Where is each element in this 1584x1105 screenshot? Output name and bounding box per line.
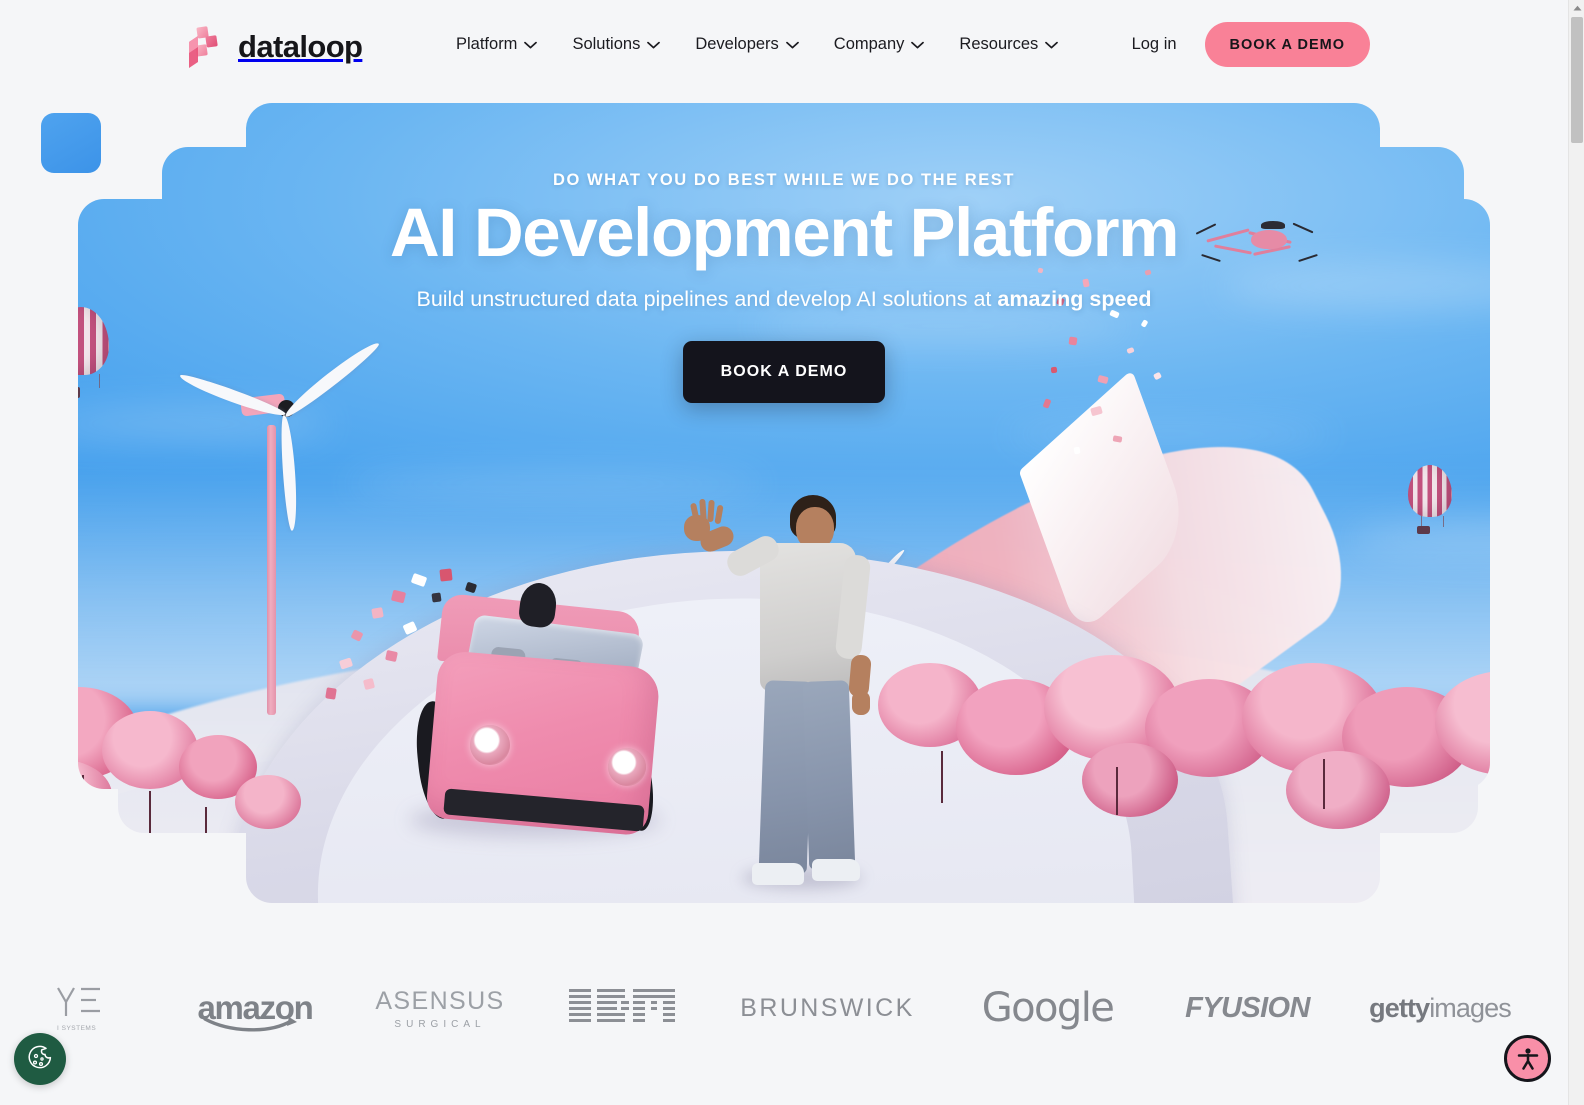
tree-trunk [148, 791, 151, 833]
chevron-down-icon [911, 41, 925, 48]
cloud-wisp [1223, 263, 1568, 309]
chevron-up-icon [1573, 5, 1581, 10]
header-book-a-demo-button[interactable]: BOOK A DEMO [1204, 22, 1370, 67]
brunswick-wordmark: BRUNSWICK [740, 993, 915, 1022]
getty-bold-part: getty [1369, 992, 1430, 1023]
header-actions: Log in BOOK A DEMO [1126, 22, 1370, 67]
nav-item-developers[interactable]: Developers [694, 32, 799, 57]
ye-systems-icon: I SYSTEMS [57, 987, 100, 1032]
dataloop-blocks-logo-icon [189, 26, 218, 68]
car-dissolve-pixel [431, 592, 442, 603]
tree-trunk [1323, 759, 1326, 809]
logo-amazon: amazon [160, 944, 350, 1072]
hero-cta-wrap: BOOK A DEMO [0, 340, 1568, 403]
page-viewport: dataloop Platform Solutions Developers C… [0, 0, 1568, 1105]
person-leg-right [802, 680, 856, 870]
drone-body [1251, 230, 1288, 250]
balloon-basket [1417, 526, 1431, 535]
getty-wordmark: gettyimages [1369, 992, 1512, 1024]
accessibility-person-icon [1517, 1047, 1538, 1070]
car-headlight-right [608, 748, 646, 786]
hero-book-a-demo-button[interactable]: BOOK A DEMO [682, 340, 886, 403]
drone-top-cover [1260, 221, 1285, 230]
car-headlight-left [470, 725, 510, 765]
getty-light-part: images [1429, 992, 1512, 1023]
bush [1, 759, 112, 831]
asensus-subtitle: SURGICAL [394, 1018, 486, 1030]
logo-asensus-surgical: ASENSUS SURGICAL [350, 944, 530, 1072]
main-nav: Platform Solutions Developers Company Re… [455, 32, 1059, 57]
chevron-down-icon [524, 41, 538, 48]
google-wordmark: Google [981, 985, 1115, 1031]
tree-trunk [81, 775, 84, 823]
nav-label: Resources [959, 35, 1039, 53]
dissolve-particle [1112, 435, 1123, 443]
person-shoe-left [752, 863, 804, 885]
nav-item-platform[interactable]: Platform [455, 32, 538, 57]
scrollbar-track[interactable] [1569, 143, 1584, 1105]
car-dissolve-pixel [439, 568, 453, 582]
chevron-down-icon [647, 41, 661, 48]
chevron-down-icon [785, 41, 799, 48]
person-shoe-right [812, 859, 860, 881]
car-dissolve-pixel [385, 649, 398, 663]
site-header: dataloop Platform Solutions Developers C… [0, 0, 1568, 92]
balloon-rope [1420, 515, 1422, 527]
svg-text:I SYSTEMS: I SYSTEMS [57, 1025, 96, 1032]
tree-trunk [1116, 767, 1119, 815]
decorative-blue-square [41, 113, 101, 173]
bush [235, 775, 302, 829]
nav-label: Developers [695, 35, 779, 53]
accessibility-widget-button[interactable] [1504, 1035, 1551, 1082]
scrollbar-thumb[interactable] [1571, 17, 1583, 143]
car-dissolve-pixel [325, 687, 337, 700]
dataloop-wordmark: dataloop [238, 29, 363, 64]
amazon-smile-icon [203, 1017, 298, 1032]
page-scrollbar[interactable] [1568, 0, 1584, 1105]
asensus-wordmark-wrap: ASENSUS SURGICAL [375, 987, 504, 1030]
logo-ibm [530, 944, 715, 1072]
scrollbar-up-arrow[interactable] [1569, 0, 1584, 15]
wind-turbine-pole [266, 424, 276, 715]
bush [1285, 751, 1390, 829]
nav-item-resources[interactable]: Resources [958, 32, 1059, 57]
logo-fyusion: FYUSION [1155, 944, 1340, 1072]
nav-item-company[interactable]: Company [833, 32, 926, 57]
cookie-icon [28, 1045, 52, 1069]
chevron-down-icon [1045, 41, 1059, 48]
fyusion-wordmark: FYUSION [1185, 991, 1310, 1024]
dissolve-particle [1073, 446, 1081, 455]
hero-illustration [0, 103, 1568, 903]
cloud-wisp [344, 471, 765, 497]
balloon-rope [1442, 515, 1444, 527]
tree-trunk [205, 807, 208, 843]
hero-section: DO WHAT YOU DO BEST WHILE WE DO THE REST… [0, 103, 1568, 903]
car-dissolve-pixel [371, 607, 384, 619]
bush [1081, 743, 1178, 817]
ibm-striped-logo-icon [568, 989, 675, 1022]
person-hand-down [852, 691, 870, 715]
nav-label: Solutions [572, 35, 641, 53]
login-link[interactable]: Log in [1126, 31, 1183, 58]
nav-label: Platform [456, 35, 518, 53]
cookie-consent-button[interactable] [14, 1033, 66, 1085]
nav-item-solutions[interactable]: Solutions [571, 32, 661, 57]
tree-trunk [940, 751, 943, 803]
customer-logo-strip: I SYSTEMS amazon ASENSUS SURGICAL BRUNSW… [0, 944, 1568, 1072]
nav-label: Company [833, 35, 905, 53]
logo-brunswick: BRUNSWICK [715, 944, 940, 1072]
asensus-wordmark: ASENSUS [375, 986, 505, 1015]
dataloop-logo[interactable]: dataloop [186, 26, 363, 68]
logo-google: Google [940, 944, 1155, 1072]
